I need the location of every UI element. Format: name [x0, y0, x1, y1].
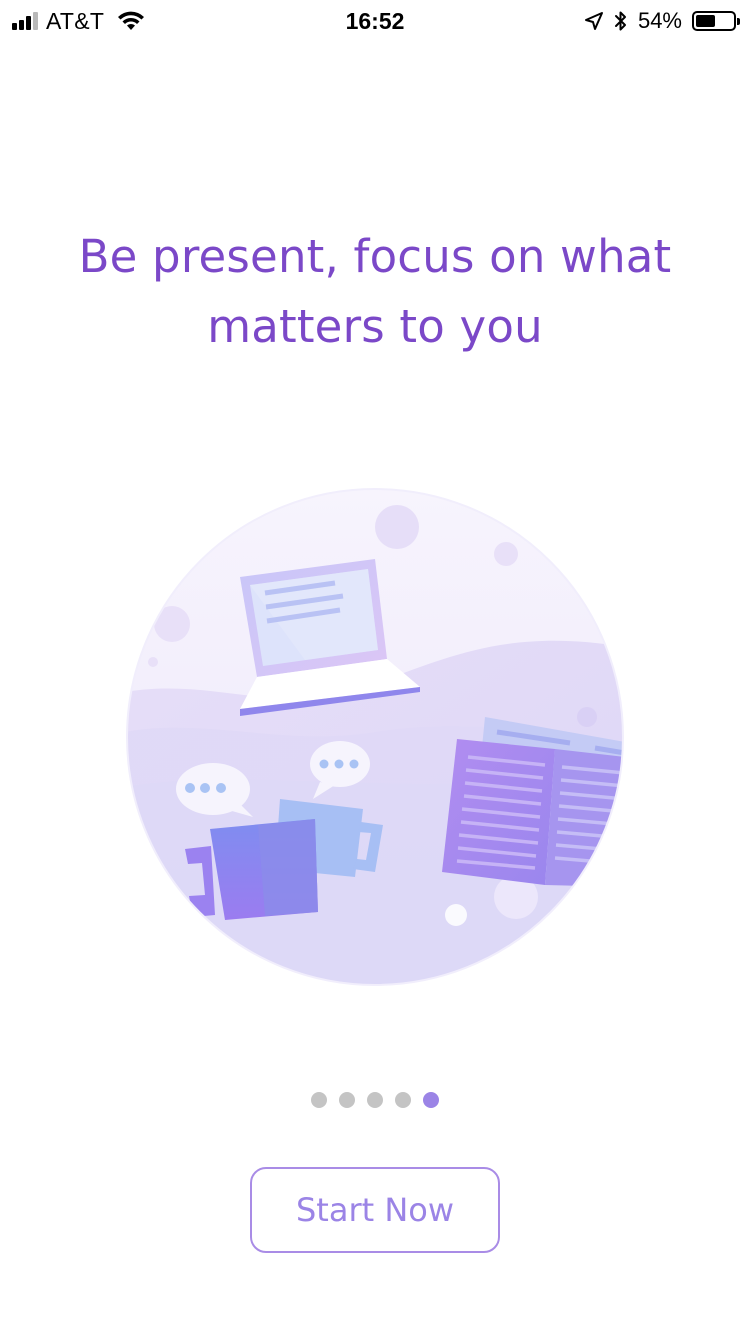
headline-line-2: matters to you	[207, 300, 543, 353]
bluetooth-icon	[614, 11, 626, 31]
status-bar: AT&T 16:52 54%	[0, 0, 750, 40]
battery-icon	[692, 11, 740, 31]
battery-level-fill	[696, 15, 715, 27]
page-dot[interactable]	[339, 1092, 355, 1108]
page-dot-active[interactable]	[423, 1092, 439, 1108]
headline-line-1: Be present, focus on what	[78, 230, 672, 283]
decor-bubble	[375, 505, 419, 549]
start-now-button[interactable]: Start Now	[250, 1167, 500, 1253]
onboarding-illustration	[126, 488, 624, 986]
status-bar-right: 54%	[584, 6, 740, 36]
open-book-icon	[442, 717, 623, 887]
onboarding-headline: Be present, focus on what matters to you	[40, 222, 710, 362]
location-arrow-icon	[584, 12, 603, 30]
page-dot[interactable]	[395, 1092, 411, 1108]
page-dot[interactable]	[311, 1092, 327, 1108]
onboarding-screen: AT&T 16:52 54% Be present, focus on what…	[0, 0, 750, 1334]
page-dot[interactable]	[367, 1092, 383, 1108]
battery-percentage: 54%	[637, 8, 682, 33]
page-indicator	[0, 1092, 750, 1108]
